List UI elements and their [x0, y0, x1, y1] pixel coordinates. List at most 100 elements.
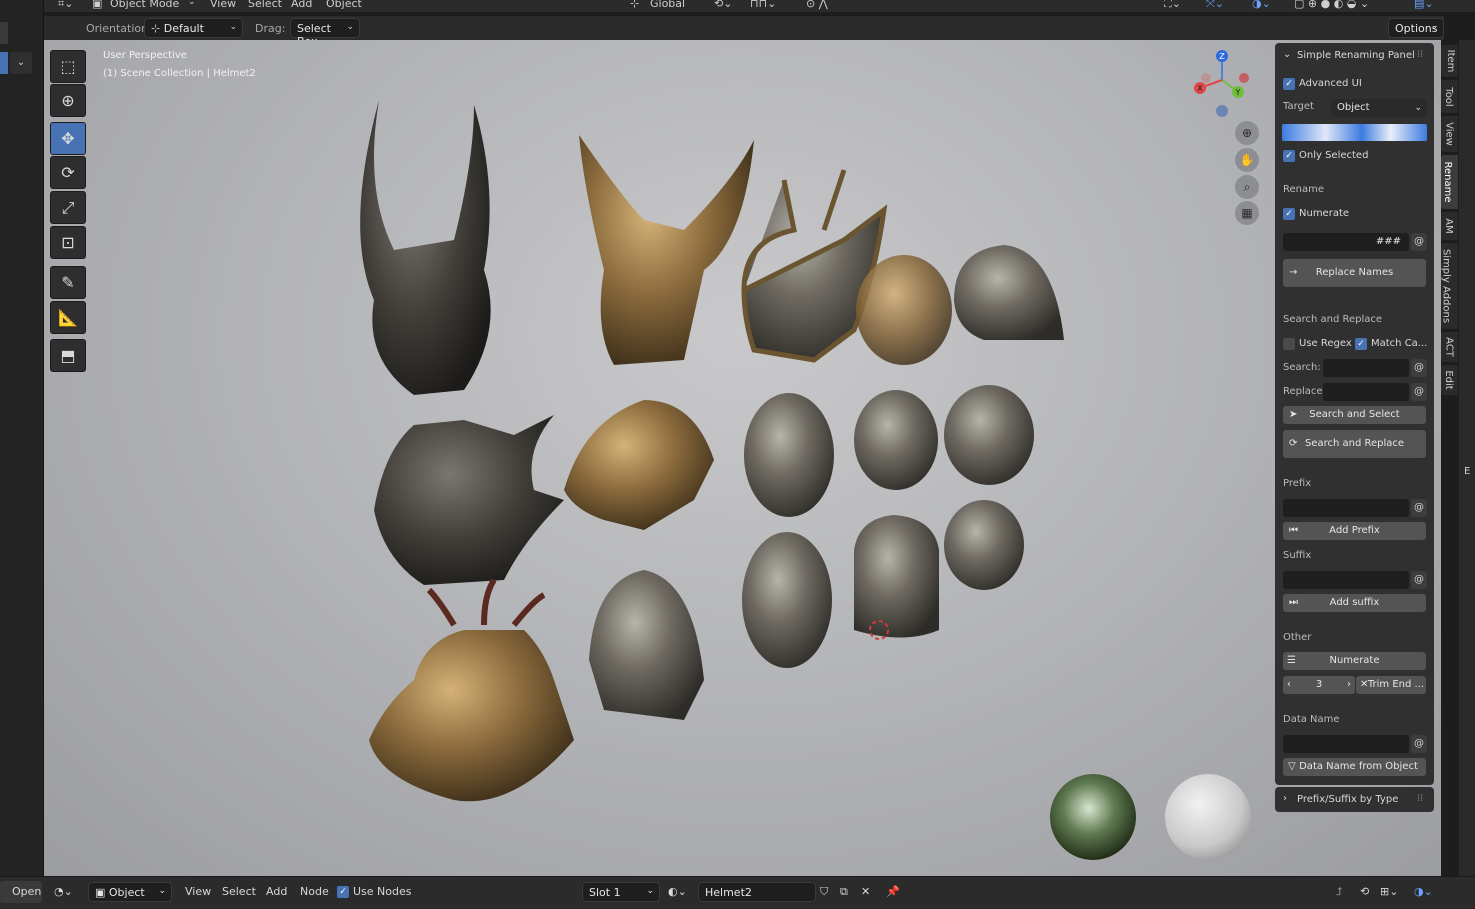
tab-tool[interactable]: Tool: [1441, 80, 1458, 113]
search-and-select-label: Search and Select: [1309, 409, 1400, 420]
advanced-ui-checkbox[interactable]: ✓: [1283, 78, 1295, 90]
zoom-icon[interactable]: ⊕: [1235, 121, 1259, 145]
view-icon[interactable]: ▤⌄: [1414, 0, 1434, 10]
orientation-dropdown[interactable]: ⊹ Default ⌄: [144, 18, 243, 38]
menu-view[interactable]: View: [210, 0, 236, 10]
chevron-right-icon[interactable]: ›: [1347, 676, 1351, 694]
drag-handle-icon[interactable]: ⁞⁞: [1417, 793, 1423, 804]
parent-arrow-icon[interactable]: ⮥: [1336, 885, 1343, 899]
transform-orientation[interactable]: Global: [650, 0, 685, 10]
match-case-checkbox[interactable]: ✓: [1355, 338, 1367, 350]
trim-stepper[interactable]: ‹ 3 ›: [1283, 676, 1355, 694]
unlink-close-icon[interactable]: ✕: [861, 885, 870, 898]
only-selected-checkbox[interactable]: ✓: [1283, 150, 1295, 162]
editor-type-icon[interactable]: ⌗⌄: [58, 0, 73, 11]
suffix-field[interactable]: [1283, 571, 1409, 589]
drag-handle-icon[interactable]: ⁞⁞: [1417, 49, 1423, 60]
tab-rename[interactable]: Rename: [1441, 155, 1458, 209]
prefix-at-button[interactable]: @: [1411, 499, 1427, 517]
simple-renaming-panel: ⌄ Simple Renaming Panel ⁞⁞ ✓ Advanced UI…: [1275, 43, 1434, 785]
camera-icon[interactable]: ⌕: [1235, 175, 1259, 199]
add-suffix-label: Add suffix: [1329, 597, 1380, 608]
data-name-from-object-label: Data Name from Object: [1299, 761, 1418, 772]
left-strip-chevron-icon[interactable]: ⌄: [10, 52, 32, 74]
proportional-icon[interactable]: ⊙ ⋀: [806, 0, 828, 10]
target-label: Target: [1283, 101, 1314, 112]
menu-object[interactable]: Object: [326, 0, 362, 10]
tab-simply-addons[interactable]: Simply Addons: [1441, 243, 1458, 329]
ortho-grid-icon[interactable]: ▦: [1235, 201, 1259, 225]
search-field[interactable]: [1323, 359, 1409, 377]
snap-icon[interactable]: ⊓⊓⌄: [750, 0, 776, 10]
open-button[interactable]: Open: [0, 881, 42, 903]
mode-selector[interactable]: Object Mode: [110, 0, 179, 10]
prefix-suffix-by-type-panel[interactable]: › Prefix/Suffix by Type ⁞⁞: [1275, 787, 1434, 812]
material-icon[interactable]: ◐⌄: [668, 885, 687, 898]
replace-field[interactable]: [1323, 383, 1409, 401]
overlay-toggle-icon[interactable]: ◑⌄: [1414, 885, 1433, 898]
data-name-from-object-button[interactable]: ▽ Data Name from Object: [1283, 758, 1426, 776]
replace-at-button[interactable]: @: [1411, 383, 1427, 401]
tab-item[interactable]: Item: [1441, 45, 1458, 77]
chevron-left-icon[interactable]: ‹: [1287, 676, 1291, 694]
data-name-at-button[interactable]: @: [1411, 735, 1427, 753]
tab-am[interactable]: AM: [1441, 212, 1458, 240]
data-name-field[interactable]: [1283, 735, 1409, 753]
left-editor-strip: ⌄: [0, 0, 44, 909]
use-regex-checkbox[interactable]: [1283, 338, 1295, 350]
xray-icon[interactable]: ◑⌄: [1252, 0, 1271, 10]
menu-add[interactable]: Add: [291, 0, 312, 10]
expand-chevron-icon[interactable]: ›: [1283, 793, 1287, 804]
rename-header: Rename: [1283, 184, 1325, 195]
search-at-button[interactable]: @: [1411, 359, 1427, 377]
chevron-down-icon: ⌄: [1430, 22, 1438, 32]
overlay-icon[interactable]: ⛶⌄: [1164, 0, 1181, 11]
options-dropdown[interactable]: Options ⌄: [1388, 18, 1444, 38]
helmet-visor: [564, 400, 714, 530]
search-and-replace-button[interactable]: ⟳ Search and Replace: [1283, 430, 1426, 458]
material-name-field[interactable]: Helmet2: [698, 882, 816, 902]
menu-select[interactable]: Select: [248, 0, 282, 10]
duplicate-icon[interactable]: ⧉: [840, 885, 848, 899]
collapse-chevron-icon[interactable]: ⌄: [1283, 49, 1291, 60]
shading-icons[interactable]: ▢ ⊕ ● ◐ ◒ ⌄: [1294, 0, 1369, 10]
use-nodes-checkbox[interactable]: ✓: [337, 886, 349, 898]
rename-field[interactable]: ###: [1283, 233, 1409, 251]
use-regex-label: Use Regex: [1299, 338, 1352, 349]
target-type-icon-row[interactable]: [1282, 124, 1427, 141]
gizmo-toggle-icon[interactable]: ⤧⌄: [1206, 0, 1224, 11]
left-strip-field[interactable]: [0, 22, 8, 44]
snap-type-icon[interactable]: ⊞⌄: [1380, 885, 1398, 898]
trim-end-button[interactable]: ✕ Trim End ...: [1356, 676, 1426, 694]
replace-names-button[interactable]: → Replace Names: [1283, 259, 1426, 287]
numerate-button[interactable]: ☰ Numerate: [1283, 652, 1426, 670]
menu-node[interactable]: Node: [300, 885, 329, 898]
suffix-at-button[interactable]: @: [1411, 571, 1427, 589]
pan-hand-icon[interactable]: ✋: [1235, 148, 1259, 172]
fake-user-shield-icon[interactable]: ⛉: [820, 885, 828, 899]
left-strip-active-button[interactable]: [0, 52, 8, 74]
object-type-dropdown[interactable]: ▣ Object ⌄: [88, 882, 172, 902]
3d-viewport[interactable]: User Perspective (1) Scene Collection | …: [44, 40, 1441, 876]
numerate-checkbox[interactable]: ✓: [1283, 208, 1295, 220]
prefix-field[interactable]: [1283, 499, 1409, 517]
rename-at-button[interactable]: @: [1411, 233, 1427, 251]
menu-view[interactable]: View: [185, 885, 211, 898]
search-and-select-button[interactable]: ➤ Search and Select: [1283, 406, 1426, 424]
tab-edit[interactable]: Edit: [1441, 365, 1458, 395]
chevron-down-icon: ⌄: [1414, 103, 1422, 113]
drag-dropdown[interactable]: Select Box ⌄: [290, 18, 360, 48]
tab-act[interactable]: ACT: [1441, 332, 1458, 362]
add-suffix-button[interactable]: ⏭ Add suffix: [1283, 594, 1426, 612]
snap-icon[interactable]: ⟲: [1360, 885, 1369, 898]
navigation-gizmo[interactable]: Z Y X: [1192, 48, 1254, 120]
tab-view[interactable]: View: [1441, 116, 1458, 152]
target-dropdown[interactable]: Object ⌄: [1331, 99, 1427, 117]
pivot-icon[interactable]: ⟲⌄: [714, 0, 732, 10]
menu-add[interactable]: Add: [266, 885, 287, 898]
pin-icon[interactable]: 📌: [886, 885, 900, 898]
menu-select[interactable]: Select: [222, 885, 256, 898]
add-prefix-button[interactable]: ⏮ Add Prefix: [1283, 522, 1426, 540]
editor-type-icon[interactable]: ◔⌄: [54, 885, 73, 898]
slot-dropdown[interactable]: Slot 1 ⌄: [582, 882, 660, 902]
